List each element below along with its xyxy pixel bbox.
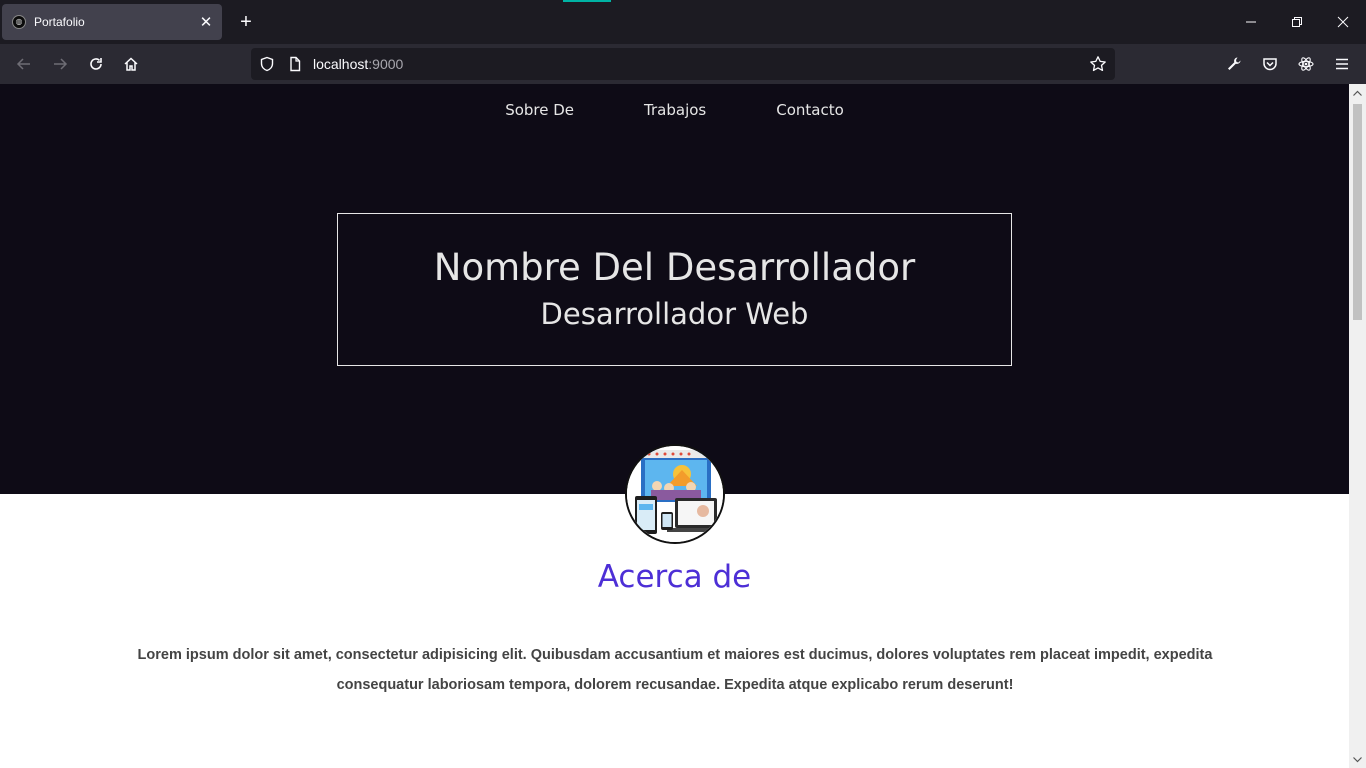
navigation-toolbar: localhost:9000: [0, 44, 1366, 84]
tab-title: Portafolio: [34, 15, 85, 29]
reload-icon: [90, 58, 102, 70]
tab-strip-accent: [563, 0, 611, 2]
about-description: Lorem ipsum dolor sit amet, consectetur …: [137, 647, 1213, 693]
page-info-icon[interactable]: [287, 56, 303, 72]
restore-icon: [1292, 17, 1302, 27]
responsive-devices-illustration: [627, 446, 723, 542]
site-navigation: Sobre De Trabajos Contacto: [0, 101, 1349, 119]
site-favicon-icon: ◍: [12, 15, 26, 29]
restore-button[interactable]: [1274, 0, 1320, 44]
app-menu-button[interactable]: [1328, 50, 1356, 78]
forward-button[interactable]: [46, 50, 74, 78]
new-tab-button[interactable]: +: [234, 10, 258, 34]
minimize-button[interactable]: [1228, 0, 1274, 44]
about-section-title: Acerca de: [597, 559, 752, 595]
react-devtools-button[interactable]: [1292, 50, 1320, 78]
scrollbar-thumb[interactable]: [1353, 104, 1362, 320]
nav-link-trabajos[interactable]: Trabajos: [609, 101, 741, 119]
close-icon: [1337, 16, 1349, 28]
reload-button[interactable]: [82, 50, 110, 78]
page-viewport: Sobre De Trabajos Contacto Nombre Del De…: [0, 84, 1349, 768]
close-window-button[interactable]: [1320, 0, 1366, 44]
back-arrow-icon: [16, 58, 30, 70]
hamburger-menu-icon: [1336, 58, 1348, 70]
browser-tab[interactable]: ◍ Portafolio ✕: [2, 4, 222, 40]
nav-link-contacto[interactable]: Contacto: [741, 101, 879, 119]
bookmark-star-icon[interactable]: [1089, 55, 1107, 73]
minimize-icon: [1246, 21, 1256, 23]
page-scrollbar[interactable]: [1349, 84, 1366, 768]
scroll-up-arrow-icon: [1353, 90, 1362, 96]
scroll-down-button[interactable]: [1349, 751, 1366, 768]
hero-title-box: Nombre Del Desarrollador Desarrollador W…: [337, 213, 1012, 366]
pocket-icon: [1263, 58, 1277, 71]
nav-link-sobre-de[interactable]: Sobre De: [470, 101, 609, 119]
tab-bar: ◍ Portafolio ✕ +: [0, 0, 1366, 44]
home-icon: [124, 57, 138, 71]
scroll-down-arrow-icon: [1353, 756, 1362, 762]
scroll-up-button[interactable]: [1349, 84, 1366, 101]
home-button[interactable]: [117, 50, 145, 78]
tab-close-icon[interactable]: ✕: [198, 13, 214, 31]
hero-section: Sobre De Trabajos Contacto Nombre Del De…: [0, 84, 1349, 494]
pocket-button[interactable]: [1256, 50, 1284, 78]
tracking-protection-shield-icon[interactable]: [259, 56, 275, 72]
url-text[interactable]: localhost:9000: [313, 56, 403, 72]
back-button[interactable]: [10, 50, 38, 78]
dev-tools-button[interactable]: [1220, 50, 1248, 78]
url-bar[interactable]: localhost:9000: [251, 48, 1115, 80]
developer-name: Nombre Del Desarrollador: [433, 246, 916, 289]
forward-arrow-icon: [54, 58, 68, 70]
url-port: :9000: [368, 56, 404, 72]
developer-role: Desarrollador Web: [540, 297, 809, 331]
wrench-icon: [1228, 57, 1241, 70]
profile-avatar-image: [625, 444, 725, 544]
url-host: localhost: [313, 56, 369, 72]
react-atom-icon: [1298, 57, 1314, 71]
